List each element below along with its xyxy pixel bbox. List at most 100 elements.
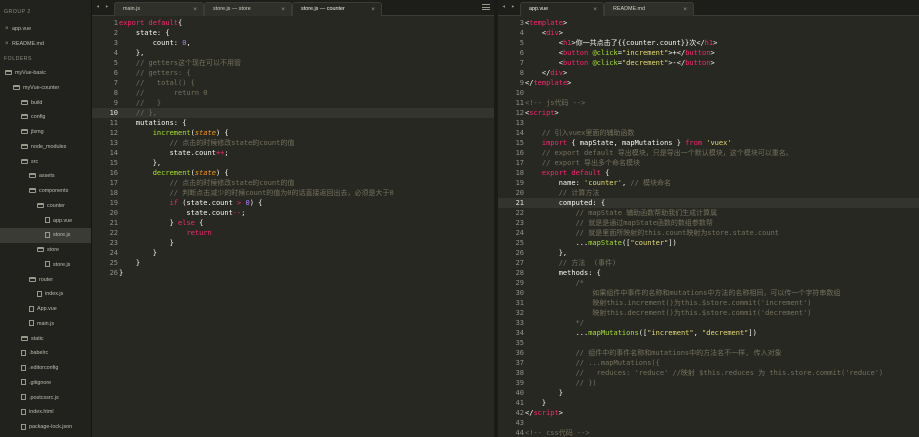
code-line[interactable]: <div> [525,28,563,38]
code-line[interactable]: export default{ [119,18,182,28]
code-line[interactable]: methods: { [525,268,601,278]
folder-item[interactable]: node_modules [0,140,91,155]
editor-tab[interactable]: README.md × [604,2,694,16]
code-line[interactable]: <button @click="decrement">-</button> [525,58,715,68]
close-icon[interactable]: × [5,37,12,52]
code-line[interactable]: <!-- js代码 --> [525,98,585,108]
code-line[interactable]: state: { [119,28,170,38]
code-line[interactable]: // total() { [119,78,195,88]
file-item[interactable]: store.js [0,258,91,273]
code-line[interactable]: if (state.count > 0) { [119,198,263,208]
tab-nav-arrows[interactable]: ◂ ▸ [96,3,110,10]
code-line[interactable]: <h1>你一共点击了{{counter.count}}次</h1> [525,38,718,48]
code-line[interactable]: } [119,258,140,268]
code-line[interactable]: ...mapState(["counter"]) [525,238,677,248]
open-file-item[interactable]: × app.vue [0,22,91,37]
code-line[interactable]: // 点击的时候修改state的count的值 [119,178,295,188]
file-item[interactable]: App.vue [0,302,91,317]
code-line[interactable]: } [119,248,157,258]
tab-close-icon[interactable]: × [683,3,687,16]
code-line[interactable]: </script> [525,408,563,418]
code-line[interactable]: state.count--; [119,208,245,218]
file-item[interactable]: .postcssrc.js [0,391,91,406]
file-item[interactable]: index.js [0,287,91,302]
code-line[interactable]: 映射this.increment()为this.$store.commit('i… [525,298,811,308]
tab-nav-arrows[interactable]: ◂ ▸ [502,3,516,10]
code-line[interactable]: // getters: { [119,68,191,78]
folder-item[interactable]: myVue-counter [0,81,91,96]
code-line[interactable]: // 就是是通过mapState函数的数组参数帮 [525,218,713,228]
tab-close-icon[interactable]: × [371,3,375,16]
open-file-item[interactable]: × README.md [0,37,91,52]
code-line[interactable]: } [119,238,174,248]
code-line[interactable]: */ [525,318,584,328]
code-line[interactable]: </template> [525,78,571,88]
folder-item[interactable]: src [0,155,91,170]
code-line[interactable]: // }, [119,108,157,118]
code-line[interactable]: // mapState 辅助函数帮助我们生成计算属 [525,208,718,218]
file-item[interactable]: .editorconfig [0,361,91,376]
code-line[interactable]: /* [525,278,584,288]
folder-item[interactable]: config [0,110,91,125]
code-line[interactable]: // 引入vuex里面的辅助函数 [525,128,635,138]
file-item[interactable]: app.vue [0,214,91,229]
code-line[interactable]: // 就是里面所映射的this.count映射为store.state.coun… [525,228,779,238]
code-line[interactable]: // } [119,98,161,108]
code-line[interactable]: // 判断点击减少的时候count的值为0的话直接返回出去，必须是大于0 [119,188,394,198]
right-editor-pane[interactable]: ◂ ▸ app.vue × README.md × 3 <template> 4 <div… [498,0,919,437]
editor-tab[interactable]: main.js × [114,2,204,16]
close-icon[interactable]: × [5,22,12,37]
code-line[interactable]: 映射this.decrement()为this.$store.commit('d… [525,308,811,318]
editor-tab[interactable]: store.js — store × [204,2,292,16]
tab-close-icon[interactable]: × [193,3,197,16]
code-line[interactable]: // }) [525,378,597,388]
code-line[interactable]: // 计算方法 [525,188,600,198]
folder-item[interactable]: assets [0,169,91,184]
code-line[interactable]: </div> [525,68,567,78]
folder-item[interactable]: router [0,273,91,288]
folder-item[interactable]: build [0,96,91,111]
folder-item[interactable]: static [0,332,91,347]
code-line[interactable]: return [119,228,211,238]
code-line[interactable]: increment(state) { [119,128,229,138]
code-line[interactable]: <!-- css代码 --> [525,428,590,437]
code-line[interactable]: } [525,398,546,408]
folder-item[interactable]: myVue-basic [0,66,91,81]
left-editor-pane[interactable]: ◂ ▸ main.js × store.js — store × store.js — … [92,0,494,437]
code-line[interactable]: // ...mapMutations({ [525,358,660,368]
editor-tab[interactable]: store.js — counter × [292,2,382,16]
file-item[interactable]: package-lock.json [0,420,91,435]
code-line[interactable]: }, [119,48,144,58]
code-line[interactable]: <template> [525,18,567,28]
code-line[interactable]: } else { [119,218,204,228]
code-line[interactable]: }, [525,248,567,258]
folder-item[interactable]: store [0,243,91,258]
code-line[interactable]: mutations: { [119,118,187,128]
folder-item[interactable]: jlsmg [0,125,91,140]
code-line[interactable]: // getters这个现在可以不用管 [119,58,241,68]
code-line[interactable]: // export 导出多个命名模块 [525,158,640,168]
code-line[interactable]: import { mapState, mapMutations } from '… [525,138,732,148]
file-item[interactable]: store.js [0,228,91,244]
code-line[interactable]: // 点击的时候修改state的count的值 [119,138,295,148]
code-line[interactable]: // export default 导出模块，只是导出一个默认模块，这个模块可以… [525,148,793,158]
folder-item[interactable]: components [0,184,91,199]
tab-menu-icon[interactable] [482,4,490,10]
tab-close-icon[interactable]: × [281,3,285,16]
code-line[interactable]: } [119,268,123,278]
code-line[interactable]: // return 0 [119,88,208,98]
code-line[interactable]: decrement(state) { [119,168,229,178]
code-line[interactable]: 如果组件中事件的名称和mutations中方法的名称相同，可以传一个字符串数组 [525,288,840,298]
file-item[interactable]: main.js [0,317,91,332]
code-line[interactable]: computed: { [525,198,605,208]
file-item[interactable]: index.html [0,405,91,420]
code-line[interactable]: state.count++; [119,148,229,158]
code-line[interactable]: export default { [525,168,609,178]
code-line[interactable]: // 组件中的事件名称和mutations中的方法名不一样, 传入对象 [525,348,782,358]
code-line[interactable]: } [525,388,563,398]
code-line[interactable]: }, [119,158,161,168]
file-item[interactable]: .babelrc [0,346,91,361]
code-line[interactable]: <script> [525,108,559,118]
file-item[interactable]: .gitignore [0,376,91,391]
folder-item[interactable]: counter [0,199,91,214]
